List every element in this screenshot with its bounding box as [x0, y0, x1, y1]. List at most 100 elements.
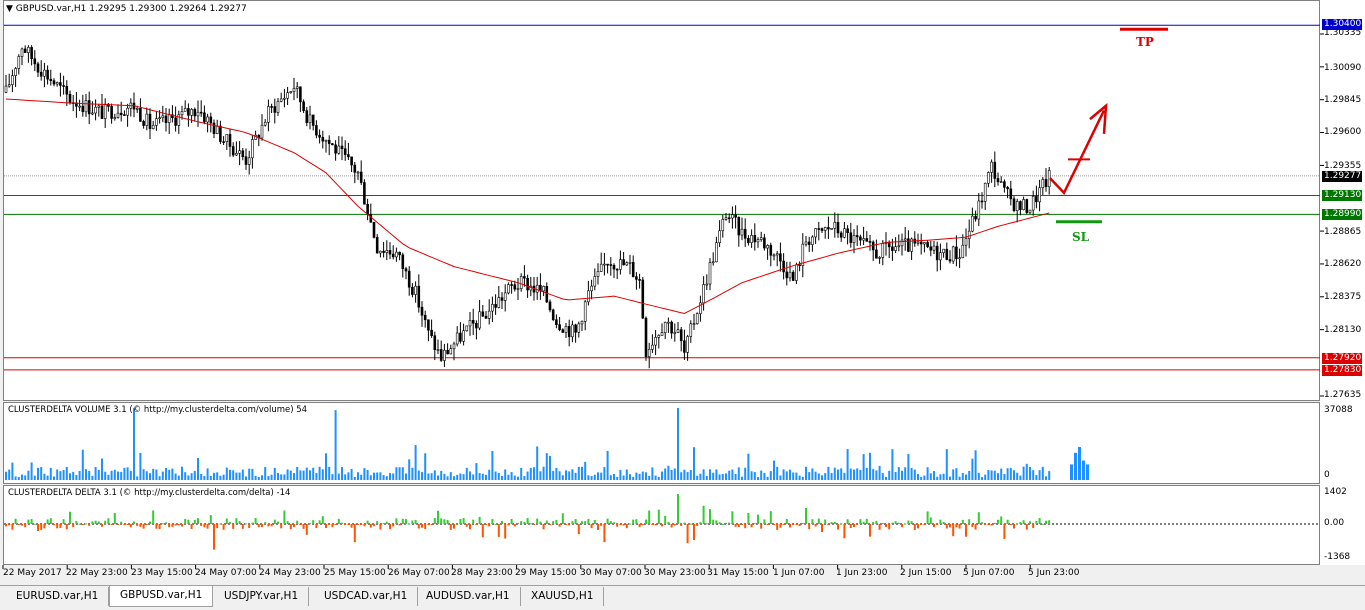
volume-bar — [273, 467, 276, 480]
volume-bar — [584, 461, 587, 480]
candle-body — [907, 238, 910, 252]
volume-bar — [443, 473, 446, 480]
volume-bar — [433, 470, 436, 480]
delta-bar — [203, 524, 206, 528]
delta-min-label: -1368 — [1324, 552, 1351, 562]
delta-bar — [1016, 523, 1019, 525]
delta-bar — [309, 523, 311, 525]
volume-bar — [145, 471, 148, 480]
delta-bar — [635, 519, 638, 524]
candle-body — [670, 321, 673, 334]
volume-bar — [779, 475, 782, 480]
candle-body — [1019, 201, 1022, 210]
delta-bar — [753, 523, 756, 525]
volume-bar — [641, 471, 644, 480]
candle-body — [923, 242, 926, 245]
candle-body — [247, 157, 251, 165]
candle-body — [548, 301, 552, 311]
delta-bar — [779, 524, 782, 528]
delta-bar — [888, 524, 891, 530]
candle-body — [46, 69, 49, 80]
volume-bar — [149, 473, 151, 480]
candle-body — [39, 71, 43, 77]
delta-bar — [187, 519, 190, 524]
time-label: 5 Jun 07:00 — [963, 568, 1015, 578]
delta-bar — [219, 523, 222, 525]
volume-bar — [248, 468, 251, 480]
delta-bar — [993, 522, 996, 524]
volume-bar — [232, 470, 235, 480]
time-label: 22 May 23:00 — [66, 568, 128, 578]
volume-bar — [680, 472, 683, 480]
tab-usdcad[interactable]: USDCAD.var,H1 — [314, 587, 419, 606]
price-label: 1.28130 — [1324, 325, 1362, 335]
candle-body — [996, 178, 1000, 183]
candle-body — [327, 139, 331, 144]
delta-bar — [222, 524, 225, 530]
candle-body — [807, 241, 811, 245]
candle-body — [615, 268, 619, 271]
delta-bar — [136, 524, 139, 526]
candle-body — [875, 249, 878, 259]
candle-body — [423, 314, 427, 321]
volume-bar — [1013, 470, 1015, 480]
delta-bar — [43, 524, 46, 529]
volume-bar — [715, 469, 718, 480]
candle-body — [337, 145, 341, 154]
candle-body — [971, 215, 974, 232]
delta-bar — [1006, 519, 1009, 524]
candle-body — [999, 181, 1003, 183]
candle-body — [68, 93, 72, 103]
tab-gbpusd[interactable]: GBPUSD.var,H1 — [109, 586, 214, 607]
candle-body — [503, 292, 507, 301]
candle-body — [87, 100, 91, 115]
volume-bar — [341, 467, 343, 480]
candle-body — [196, 111, 200, 117]
candle-body — [612, 264, 616, 270]
delta-bar — [913, 524, 916, 530]
candle-body — [775, 253, 779, 256]
delta-bar — [254, 518, 257, 524]
candle-body — [65, 85, 69, 95]
candle-body — [791, 271, 795, 281]
candle-body — [993, 161, 997, 179]
volume-bar — [817, 473, 820, 480]
candle-body — [484, 315, 488, 319]
candle-body — [459, 332, 462, 342]
volume-bar — [456, 474, 459, 480]
tab-eurusd[interactable]: EURUSD.var,H1 — [6, 587, 110, 606]
tab-usdjpy[interactable]: USDJPY.var,H1 — [214, 587, 310, 606]
delta-bar — [955, 524, 958, 528]
candle-body — [4, 85, 8, 93]
volume-bar — [616, 476, 619, 480]
delta-bar — [21, 524, 23, 526]
volume-bar — [974, 450, 977, 480]
delta-bar — [161, 523, 164, 525]
delta-bar — [785, 518, 788, 524]
tab-xauusd[interactable]: XAUUSD,H1 — [521, 587, 605, 606]
volume-bar — [312, 467, 315, 480]
volume-bar — [1006, 468, 1009, 480]
candle-body — [497, 297, 501, 308]
delta-bar — [1029, 521, 1031, 524]
delta-bar — [750, 524, 753, 528]
dropdown-arrow-icon[interactable]: ▼ — [6, 4, 13, 14]
volume-bar — [827, 466, 830, 480]
tab-audusd[interactable]: AUDUSD.var,H1 — [416, 587, 521, 606]
volume-bar — [161, 471, 164, 480]
volume-bar — [21, 474, 23, 480]
chart-canvas — [2, 24, 1324, 569]
level-price-box: 1.27920 — [1322, 353, 1362, 364]
volume-bar — [565, 470, 567, 480]
candle-body — [36, 63, 40, 73]
candle-body — [491, 304, 494, 312]
delta-bar — [149, 521, 151, 524]
candle-body — [772, 254, 776, 257]
candle-body — [702, 284, 705, 304]
volume-bar — [216, 472, 219, 480]
volume-bar — [555, 467, 558, 480]
volume-bar — [977, 472, 980, 480]
volume-bar — [488, 469, 491, 480]
delta-bar — [952, 524, 955, 537]
delta-bar — [305, 524, 308, 535]
